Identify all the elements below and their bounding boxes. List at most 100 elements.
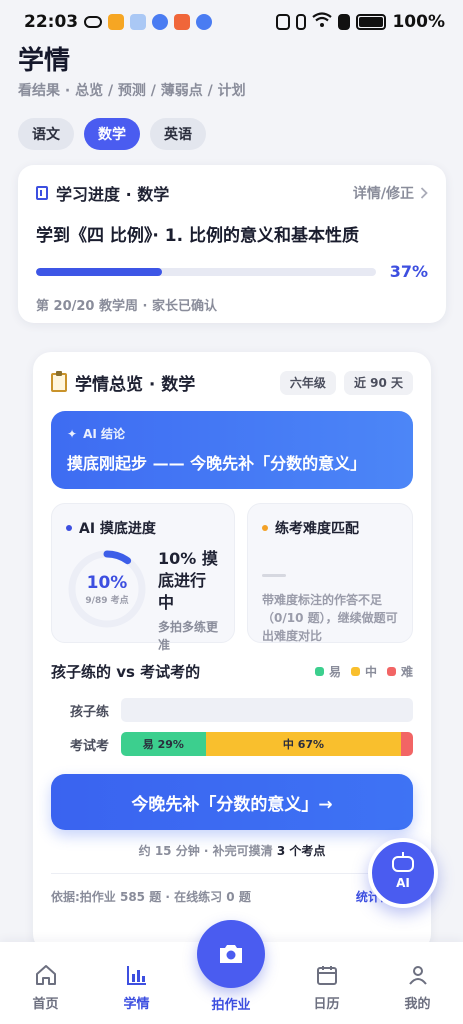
chevron-right-icon <box>420 187 428 199</box>
learning-progress-card: 学习进度 · 数学 详情/修正 学到《四 比例》· 1. 比例的意义和基本性质 … <box>18 165 446 323</box>
progress-card-heading: 学习进度 · 数学 <box>36 181 169 205</box>
subject-tab-chinese[interactable]: 语文 <box>18 118 74 150</box>
tab-me[interactable]: 我的 <box>382 963 454 1012</box>
eye-icon <box>84 16 103 28</box>
calendar-icon <box>316 966 337 985</box>
app-ghost-icon <box>130 14 147 30</box>
chart-icon <box>126 966 146 985</box>
subject-tab-math[interactable]: 数学 <box>84 118 140 150</box>
legend-hard-swatch <box>386 667 396 676</box>
ai-conclusion-label: AI 结论 <box>83 427 125 441</box>
status-bar: 22:03 100% <box>0 0 463 44</box>
probe-ring: 10% 9/89 考点 <box>66 548 148 630</box>
cta-note-bold: 3 个考点 <box>276 844 326 858</box>
legend-easy-label: 易 <box>328 665 341 679</box>
progress-footer: 第 20/20 教学周 · 家长已确认 <box>36 299 217 314</box>
sim-alert-icon <box>338 14 351 30</box>
tab-learning[interactable]: 学情 <box>101 963 173 1012</box>
progress-bar-fill <box>36 267 162 276</box>
progress-card-title: 学习进度 · 数学 <box>56 185 170 204</box>
compare-legend: 易 中 难 <box>314 663 413 680</box>
page-subtitle: 看结果 · 总览 / 预测 / 薄弱点 / 计划 <box>18 83 246 99</box>
compare-title: 孩子练的 vs 考试考的 <box>51 663 201 681</box>
difficulty-match-card[interactable]: 练考难度匹配 带难度标注的作答不足（0/10 题），继续做题可出难度对比 <box>247 503 413 643</box>
difficulty-desc: 带难度标注的作答不足（0/10 题），继续做题可出难度对比 <box>262 593 398 643</box>
grade-tag[interactable]: 六年级 <box>279 370 336 395</box>
legend-easy-swatch <box>314 667 324 676</box>
app-orange-icon <box>174 14 191 30</box>
status-right: 100% <box>276 11 445 33</box>
divider <box>51 873 413 874</box>
ai-conclusion-message: 摸底刚起步 —— 今晚先补「分数的意义」 <box>67 454 367 473</box>
legend-easy: 易 <box>314 663 341 680</box>
probe-count: 9/89 考点 <box>85 595 129 606</box>
home-icon <box>35 965 56 985</box>
tab-home-label: 首页 <box>32 997 59 1012</box>
empty-dash <box>262 574 286 577</box>
sparkle-icon: ✦ <box>67 426 78 441</box>
row-label-exam: 考试考 <box>69 738 109 754</box>
legend-medium-swatch <box>350 667 360 676</box>
cta-note-text: 约 15 分钟 · 补完可摸清 <box>138 844 273 858</box>
person-icon <box>408 966 427 985</box>
tab-calendar[interactable]: 日历 <box>291 963 363 1012</box>
app-planet-icon <box>152 14 169 30</box>
capture-homework-button[interactable] <box>197 920 265 988</box>
tab-learning-label: 学情 <box>123 997 150 1012</box>
ai-probe-progress-card[interactable]: AI 摸底进度 10% 9/89 考点 10% 摸底进行中 多拍多练更准 <box>51 503 235 652</box>
wifi-icon <box>312 11 333 33</box>
blue-dot-icon <box>66 525 72 531</box>
vibrate-icon <box>296 14 307 30</box>
bar-segment <box>401 732 413 756</box>
status-left: 22:03 <box>24 12 213 32</box>
practice-bar <box>121 698 413 722</box>
tab-me-label: 我的 <box>404 997 431 1012</box>
battery-icon <box>356 14 387 30</box>
tab-home[interactable]: 首页 <box>10 963 82 1012</box>
difficulty-title: 练考难度匹配 <box>275 521 359 537</box>
ai-conclusion-banner[interactable]: ✦ AI 结论 摸底刚起步 —— 今晚先补「分数的意义」 <box>51 411 413 489</box>
overview-heading: 学情总览 · 数学 <box>51 370 195 395</box>
progress-bar <box>36 267 376 276</box>
clipboard-icon <box>51 371 67 392</box>
row-label-practice: 孩子练 <box>69 704 109 720</box>
period-tag[interactable]: 近 90 天 <box>343 370 413 395</box>
orange-dot-icon <box>262 525 268 531</box>
exam-bar: 易 29% 中 67% <box>121 732 413 756</box>
robot-icon <box>392 852 414 872</box>
subject-tab-english[interactable]: 英语 <box>150 118 206 150</box>
probe-title: AI 摸底进度 <box>79 521 156 537</box>
camera-icon <box>220 945 242 963</box>
current-topic: 学到《四 比例》· 1. 比例的意义和基本性质 <box>36 226 359 246</box>
legend-hard: 难 <box>386 663 413 680</box>
bar-segment: 中 67% <box>205 732 402 756</box>
compare-row-exam: 考试考 易 29% 中 67% <box>51 732 413 756</box>
app-planet2-icon <box>196 14 213 30</box>
probe-percent: 10% <box>86 572 128 593</box>
legend-hard-label: 难 <box>400 665 413 679</box>
legend-medium-label: 中 <box>364 665 377 679</box>
status-time: 22:03 <box>24 12 79 32</box>
tonight-study-button[interactable]: 今晚先补「分数的意义」→ <box>51 774 413 830</box>
ai-assistant-button[interactable]: AI <box>368 838 438 908</box>
cta-note: 约 15 分钟 · 补完可摸清 3 个考点 <box>51 842 413 859</box>
app-heart-icon <box>108 14 125 30</box>
legend-medium: 中 <box>350 663 377 680</box>
bar-segment: 易 29% <box>121 732 206 756</box>
tab-calendar-label: 日历 <box>313 997 340 1012</box>
subject-tabs: 语文 数学 英语 <box>18 118 206 150</box>
data-basis: 依据:拍作业 585 题 · 在线练习 0 题 <box>51 890 251 904</box>
book-icon <box>36 186 48 200</box>
details-edit-link[interactable]: 详情/修正 <box>353 183 428 203</box>
progress-percent: 37% <box>389 262 428 281</box>
nfc-icon <box>276 14 291 30</box>
probe-hint: 多拍多练更准 <box>158 620 219 652</box>
details-edit-label: 详情/修正 <box>352 186 414 202</box>
battery-level: 100% <box>392 12 445 32</box>
tab-capture-label[interactable]: 拍作业 <box>191 994 271 1013</box>
overview-title: 学情总览 · 数学 <box>75 375 196 395</box>
compare-row-practice: 孩子练 <box>51 698 413 722</box>
compare-bars: 孩子练 考试考 易 29% 中 67% <box>51 698 413 756</box>
ai-fab-label: AI <box>396 876 410 890</box>
probe-status: 10% 摸底进行中 <box>158 549 218 612</box>
